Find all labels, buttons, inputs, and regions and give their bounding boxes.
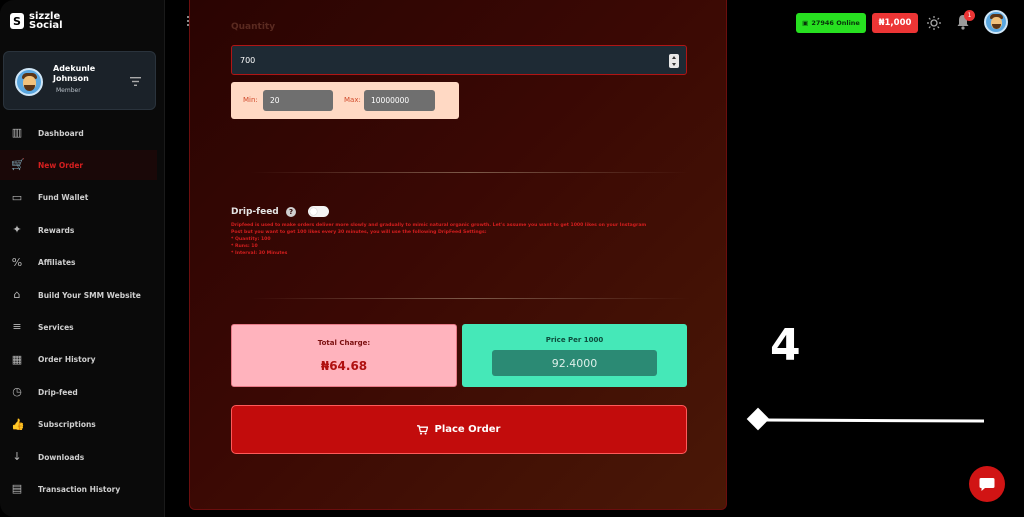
- sidebar-item-downloads[interactable]: ↓ Downloads: [0, 442, 157, 472]
- sidebar-item-new-order[interactable]: 🛒 New Order: [0, 150, 157, 181]
- max-value-field: 10000000: [364, 90, 435, 111]
- min-max-panel: Min: 20 Max: 10000000: [231, 82, 459, 119]
- wallet-balance-button[interactable]: ₦1,000: [872, 13, 918, 33]
- sidebar-item-subscriptions[interactable]: 👍 Subscriptions: [0, 410, 157, 440]
- sidebar-item-label: Transaction History: [38, 484, 121, 494]
- sidebar-item-label: Subscriptions: [38, 420, 96, 430]
- price-per-1000-label: Price Per 1000: [545, 336, 604, 344]
- sidebar-item-rewards[interactable]: ✦ Rewards: [0, 215, 157, 245]
- place-order-label: Place Order: [434, 424, 501, 435]
- sun-icon[interactable]: [927, 16, 941, 30]
- min-value-field: 20: [263, 90, 333, 111]
- quantity-input[interactable]: 700: [231, 45, 687, 75]
- dashboard-icon: ▥: [11, 126, 23, 139]
- sidebar-item-label: Order History: [38, 355, 96, 365]
- place-order-button[interactable]: Place Order: [231, 405, 687, 454]
- download-icon: ↓: [12, 450, 22, 463]
- dripfeed-toggle[interactable]: [308, 206, 329, 217]
- total-charge-label: Total Charge:: [317, 339, 371, 347]
- avatar[interactable]: [15, 68, 43, 96]
- online-count: 27946 Online: [811, 19, 860, 27]
- online-users-badge: ▣ 27946 Online: [796, 13, 866, 33]
- dripfeed-description: Dripfeed is used to make orders deliver …: [231, 222, 691, 257]
- profile-role: Member: [56, 87, 81, 94]
- brand-line-2: Social: [29, 20, 63, 31]
- app-frame: S sizzle Social Adekunle Johnson Member …: [0, 0, 1024, 517]
- sidebar-item-order-history[interactable]: ▦ Order History: [0, 345, 157, 375]
- sidebar: S sizzle Social Adekunle Johnson Member …: [0, 0, 165, 517]
- help-icon[interactable]: ?: [286, 207, 296, 217]
- sidebar-item-label: Drip-feed: [38, 387, 78, 397]
- price-per-1000-value: 92.4000: [492, 350, 657, 376]
- quantity-value: 700: [240, 55, 256, 65]
- cart-icon: [417, 424, 429, 435]
- sidebar-item-fund-wallet[interactable]: ▭ Fund Wallet: [0, 183, 157, 213]
- live-chat-button[interactable]: [969, 466, 1005, 502]
- profile-name: Adekunle Johnson: [53, 64, 96, 83]
- sidebar-item-transaction-history[interactable]: ▤ Transaction History: [0, 474, 157, 504]
- user-avatar[interactable]: [984, 10, 1008, 34]
- file-icon: ▤: [11, 482, 23, 496]
- step-number-annotation: 4: [770, 320, 801, 371]
- sidebar-item-dashboard[interactable]: ▥ Dashboard: [0, 118, 157, 148]
- sidebar-item-label: Downloads: [38, 452, 85, 462]
- filter-icon[interactable]: [130, 77, 141, 86]
- sidebar-item-drip-feed[interactable]: ◷ Drip-feed: [0, 377, 157, 407]
- max-label: Max:: [344, 96, 361, 104]
- sidebar-item-build-your-smm-website[interactable]: ⌂ Build Your SMM Website: [0, 280, 157, 310]
- price-per-1000-box: Price Per 1000 92.4000: [462, 324, 687, 387]
- sidebar-item-label: Affiliates: [38, 258, 76, 268]
- logo-icon: S: [10, 13, 24, 29]
- sidebar-item-label: Dashboard: [38, 128, 84, 138]
- thumbs-up-icon: 👍: [11, 417, 25, 431]
- wallet-icon: ▭: [11, 190, 23, 204]
- pointer-arrow-icon: [746, 407, 985, 431]
- divider: [250, 172, 690, 173]
- dripfeed-desc-line: * Runs: 10: [231, 244, 258, 249]
- chat-icon: [979, 477, 995, 491]
- profile-card: Adekunle Johnson Member: [3, 51, 156, 110]
- sidebar-item-services[interactable]: ≡ Services: [0, 312, 157, 342]
- brand-name: sizzle Social: [29, 12, 63, 31]
- quantity-stepper[interactable]: [669, 54, 679, 68]
- list-icon: ≡: [12, 320, 22, 334]
- sidebar-item-label: Fund Wallet: [38, 193, 89, 203]
- total-charge-box: Total Charge: ₦64.68: [231, 324, 457, 387]
- users-icon: ▣: [802, 19, 809, 27]
- clock-icon: ◷: [12, 385, 22, 399]
- sidebar-item-label: New Order: [38, 160, 84, 170]
- sidebar-item-label: Rewards: [38, 225, 75, 235]
- gift-icon: ✦: [12, 223, 22, 237]
- new-order-card: Quantity 700 Min: 20 Max: 10000000 Drip-…: [189, 0, 727, 510]
- store-icon: ⌂: [13, 288, 21, 301]
- percent-icon: %: [11, 255, 23, 269]
- total-charge-value: ₦64.68: [320, 359, 368, 373]
- dripfeed-desc-line: Post but you want to get 100 likes every…: [231, 230, 487, 235]
- sidebar-item-label: Services: [38, 322, 74, 332]
- cart-icon: 🛒: [11, 158, 25, 172]
- notification-count-badge: 1: [964, 10, 975, 21]
- divider: [250, 298, 690, 299]
- dripfeed-label: Drip-feed: [231, 207, 279, 217]
- dripfeed-desc-line: Dripfeed is used to make orders deliver …: [231, 223, 647, 228]
- brand-logo[interactable]: S sizzle Social: [10, 12, 63, 31]
- min-label: Min:: [243, 96, 258, 104]
- dripfeed-desc-line: * Interval: 30 Minutes: [231, 251, 288, 256]
- sidebar-item-affiliates[interactable]: % Affiliates: [0, 248, 157, 278]
- calendar-icon: ▦: [11, 352, 23, 366]
- quantity-label: Quantity: [231, 22, 276, 32]
- dripfeed-desc-line: * Quantity: 100: [231, 237, 271, 242]
- sidebar-item-label: Build Your SMM Website: [38, 290, 141, 300]
